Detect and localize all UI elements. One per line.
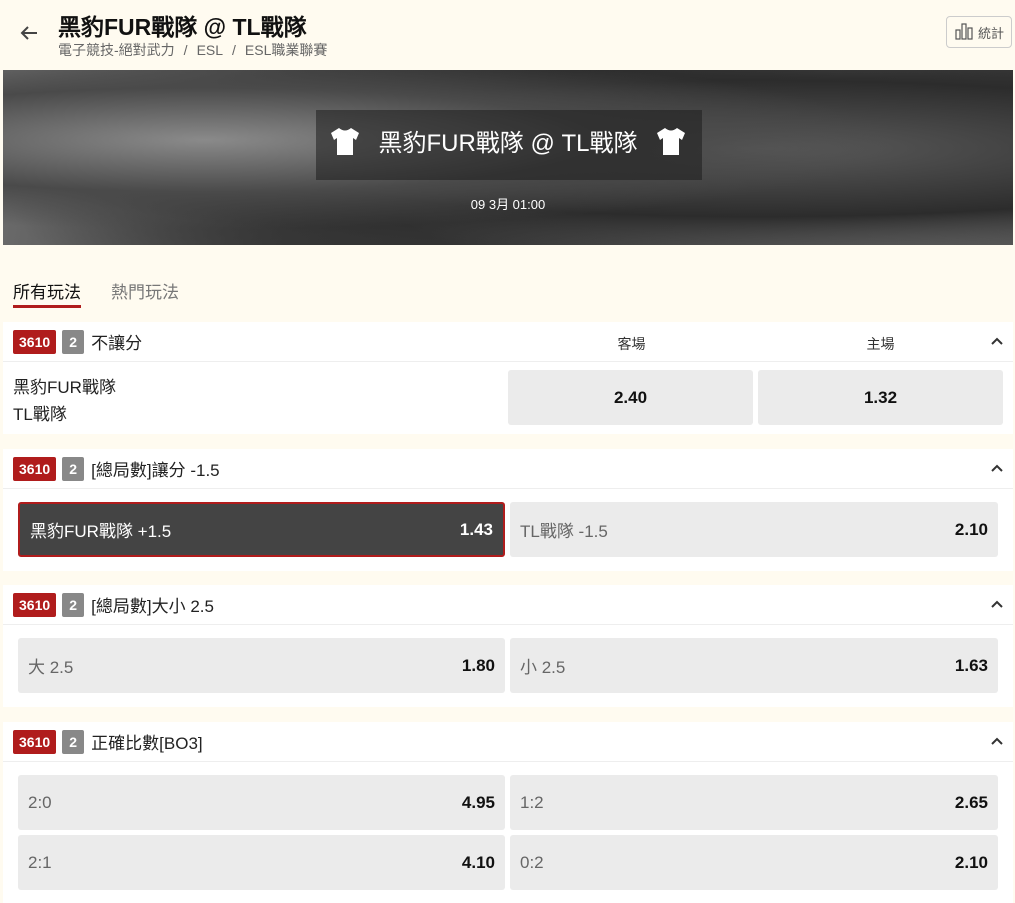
chevron-up-icon[interactable] [989,461,1005,477]
selection-label: 2:0 [28,792,52,812]
chevron-up-icon[interactable] [989,334,1005,350]
market-over-under: 3610 2 [總局數]大小 2.5 大 2.5 1.80 小 2.5 1.63 [3,585,1013,707]
breadcrumb-separator: / [183,42,188,58]
selection-label: 0:2 [520,852,544,872]
banner-title: 黑豹FUR戰隊 @ TL戰隊 [378,130,638,157]
odds-button[interactable]: 2:0 4.95 [18,775,505,830]
market-name: 不讓分 [91,334,143,353]
odds-button[interactable]: 1:2 2.65 [510,775,998,830]
odds-value: 1.80 [461,655,495,675]
market-count-badge: 2 [62,456,85,481]
selection-label: TL戰隊 -1.5 [520,522,608,541]
odds-value: 4.95 [461,792,495,812]
market-id-badge: 3610 [13,592,57,617]
odds-value: 2.10 [954,519,988,539]
selection-label: 小 2.5 [520,658,566,677]
market-handicap: 3610 2 [總局數]讓分 -1.5 黑豹FUR戰隊 +1.5 1.43 TL… [3,449,1013,571]
breadcrumb-item[interactable]: 電子競技-絕對武力 [58,42,175,58]
market-header[interactable]: 3610 2 不讓分 客場 主場 [3,322,1013,362]
team-name-away: 黑豹FUR戰隊 [13,378,116,397]
breadcrumb: 電子競技-絕對武力 / ESL / ESL職業聯賽 [58,40,327,60]
market-name: 正確比數[BO3] [91,734,203,753]
market-header[interactable]: 3610 2 正確比數[BO3] [3,722,1013,762]
odds-button[interactable]: 2:1 4.10 [18,835,505,890]
selection-label: 2:1 [28,852,52,872]
selection-label: 大 2.5 [28,658,74,677]
tab-popular-markets[interactable]: 熱門玩法 [111,278,179,308]
odds-button[interactable]: 0:2 2.10 [510,835,998,890]
market-id-badge: 3610 [13,729,57,754]
selection-label: 1:2 [520,792,544,812]
market-moneyline: 3610 2 不讓分 客場 主場 黑豹FUR戰隊 TL戰隊 2.40 1.32 [3,322,1013,434]
back-arrow-icon[interactable] [18,22,42,44]
page-title: 黑豹FUR戰隊 @ TL戰隊 [58,14,307,40]
chevron-up-icon[interactable] [989,597,1005,613]
market-correct-score: 3610 2 正確比數[BO3] 2:0 4.95 1:2 2.65 2:1 4… [3,722,1013,903]
market-name: [總局數]讓分 -1.5 [91,461,220,480]
odds-value: 1.63 [954,655,988,675]
odds-button-selected[interactable]: 黑豹FUR戰隊 +1.5 1.43 [18,502,505,557]
odds-value: 1.32 [863,387,898,407]
odds-value: 1.43 [459,519,493,539]
market-name: [總局數]大小 2.5 [91,597,214,616]
odds-value: 2.10 [954,852,988,872]
market-id-badge: 3610 [13,329,57,354]
header: 黑豹FUR戰隊 @ TL戰隊 電子競技-絕對武力 / ESL / ESL職業聯賽 統計 [0,0,1015,66]
breadcrumb-separator: / [232,42,236,58]
match-date: 09 3月 01:00 [470,197,546,212]
breadcrumb-item[interactable]: ESL [197,42,223,58]
breadcrumb-item[interactable]: ESL職業聯賽 [245,42,327,58]
market-count-badge: 2 [62,729,85,754]
selection-label: 黑豹FUR戰隊 +1.5 [30,522,172,541]
home-jersey-icon [654,124,688,158]
tab-all-markets[interactable]: 所有玩法 [13,278,81,308]
market-count-badge: 2 [62,592,85,617]
bar-chart-icon [954,21,974,44]
chevron-up-icon[interactable] [989,734,1005,750]
odds-button-home[interactable]: 1.32 [758,370,1003,425]
stats-label: 統計 [977,25,1004,41]
team-name-home: TL戰隊 [13,405,67,424]
odds-button-away[interactable]: 2.40 [508,370,753,425]
column-header-away: 客場 [617,336,646,352]
odds-value: 2.40 [613,387,648,407]
match-banner: 黑豹FUR戰隊 @ TL戰隊 09 3月 01:00 [3,70,1013,245]
column-header-home: 主場 [866,336,895,352]
market-count-badge: 2 [62,329,85,354]
market-header[interactable]: 3610 2 [總局數]讓分 -1.5 [3,449,1013,489]
odds-button[interactable]: 大 2.5 1.80 [18,638,505,693]
market-tabs: 所有玩法 熱門玩法 [13,278,179,308]
odds-value: 4.10 [461,852,495,872]
stats-button[interactable]: 統計 [946,16,1012,48]
odds-value: 2.65 [954,792,988,812]
odds-button[interactable]: 小 2.5 1.63 [510,638,998,693]
odds-button[interactable]: TL戰隊 -1.5 2.10 [510,502,998,557]
market-id-badge: 3610 [13,456,57,481]
market-header[interactable]: 3610 2 [總局數]大小 2.5 [3,585,1013,625]
